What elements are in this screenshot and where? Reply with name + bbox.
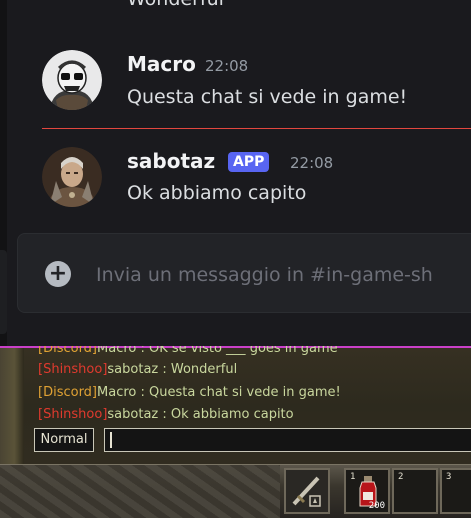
- game-chat-input[interactable]: [104, 428, 471, 452]
- game-chat-line: [Shinshoo]sabotaz : Wonderful: [38, 362, 237, 377]
- hotbar-slot-3[interactable]: 3: [440, 468, 471, 514]
- timestamp: 22:08: [290, 154, 334, 172]
- message-text: Questa chat si vede in game!: [127, 86, 408, 108]
- message-text: Ok abbiamo capito: [127, 182, 307, 204]
- sword-icon: [286, 470, 328, 512]
- game-chat-line: [Shinshoo]sabotaz : Ok abbiamo capito: [38, 407, 294, 422]
- slot-number: 3: [446, 472, 452, 482]
- slot-number: 2: [398, 472, 404, 482]
- chat-channel-tag: [Discord]: [38, 346, 98, 356]
- left-rail: [0, 0, 7, 346]
- game-side-panel: [0, 348, 24, 465]
- avatar-sabotaz[interactable]: [42, 147, 102, 207]
- hotbar-texture: [0, 465, 280, 518]
- message-input[interactable]: [96, 260, 471, 290]
- previous-message-text: Wonderful: [127, 0, 224, 10]
- plus-icon: +: [48, 261, 68, 286]
- chat-mode-button[interactable]: Normal: [34, 428, 94, 452]
- add-attachment-button[interactable]: +: [45, 261, 71, 287]
- chat-channel-tag: [Shinshoo]: [38, 362, 108, 377]
- chat-channel-tag: [Shinshoo]: [38, 407, 108, 422]
- avatar-macro[interactable]: [42, 50, 102, 110]
- avatar-sabotaz-image: [42, 147, 102, 207]
- game-chat-line: [Discord]Macro : Questa chat si vede in …: [38, 385, 341, 400]
- avatar-macro-image: [42, 50, 102, 110]
- hotbar-slot-1[interactable]: 1 200: [344, 468, 390, 514]
- hotbar-slot-2[interactable]: 2: [392, 468, 438, 514]
- game-chat-line: [Discord]Macro : OK se visto ___ goes in…: [38, 346, 338, 356]
- slot-number: 1: [350, 472, 356, 482]
- chat-line-text: sabotaz : Ok abbiamo capito: [107, 407, 294, 422]
- slot-quantity: 200: [368, 501, 385, 511]
- discord-window: Wonderful Macro 22:08 Questa chat si ved…: [0, 0, 471, 346]
- message-composer: +: [17, 233, 471, 313]
- hotbar-slot-sword[interactable]: [284, 468, 330, 514]
- username-macro[interactable]: Macro: [127, 52, 196, 76]
- username-sabotaz[interactable]: sabotaz: [127, 149, 215, 173]
- chat-channel-tag: [Discord]: [38, 385, 98, 400]
- app-badge: APP: [228, 152, 270, 172]
- rail-panel: [0, 250, 7, 334]
- new-messages-divider: [42, 128, 471, 129]
- timestamp: 22:08: [205, 57, 249, 75]
- chat-line-text: sabotaz : Wonderful: [107, 362, 238, 377]
- text-caret: [110, 432, 112, 448]
- chat-line-text: Macro : Questa chat si vede in game!: [97, 385, 341, 400]
- chat-line-text: Macro : OK se visto ___ goes in game: [97, 346, 338, 356]
- skill-hotbar: 1 200 2 3: [0, 464, 471, 518]
